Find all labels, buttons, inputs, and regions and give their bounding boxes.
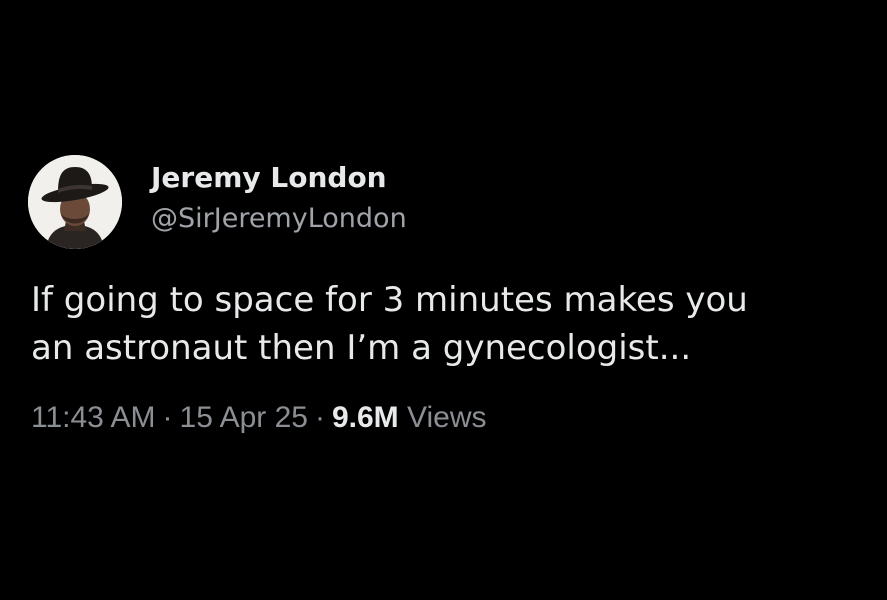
tweet-card: Jeremy London @SirJeremyLondon If going … bbox=[0, 0, 887, 600]
tweet-time[interactable]: 11:43 AM bbox=[31, 401, 156, 434]
profile-photo-man-in-hat-icon bbox=[28, 155, 122, 249]
author-handle[interactable]: @SirJeremyLondon bbox=[151, 201, 407, 237]
meta-separator: · bbox=[314, 401, 325, 434]
views-count: 9.6M bbox=[331, 401, 399, 434]
tweet-date[interactable]: 15 Apr 25 bbox=[180, 401, 308, 434]
author-avatar[interactable] bbox=[28, 155, 122, 249]
meta-separator: · bbox=[162, 401, 173, 434]
views-link[interactable]: 9.6M Views bbox=[332, 401, 487, 434]
views-label: Views bbox=[407, 401, 487, 434]
tweet-meta: 11:43 AM · 15 Apr 25 · 9.6M Views bbox=[31, 398, 487, 438]
author-display-name[interactable]: Jeremy London bbox=[151, 160, 387, 196]
tweet-text-line: an astronaut then I’m a gynecologist... bbox=[31, 328, 692, 368]
tweet-text: If going to space for 3 minutes makes yo… bbox=[31, 276, 871, 372]
tweet-text-line: If going to space for 3 minutes makes yo… bbox=[31, 280, 748, 320]
